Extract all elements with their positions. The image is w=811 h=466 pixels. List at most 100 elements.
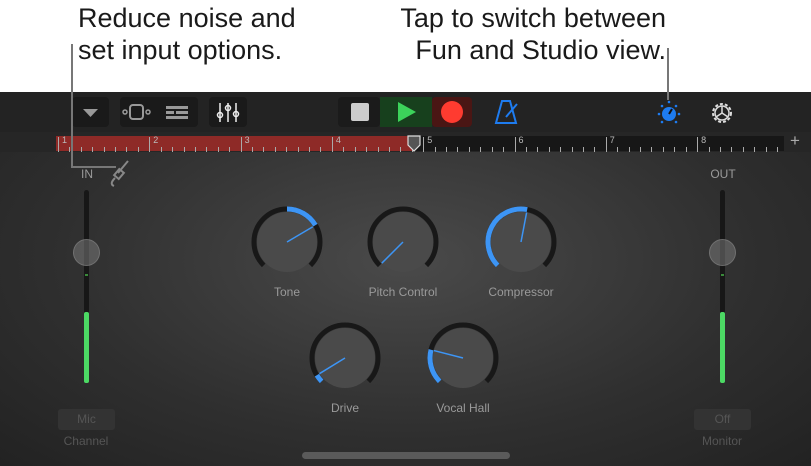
recorded-region	[56, 136, 414, 151]
ruler-tick	[377, 147, 379, 152]
ruler-tick	[240, 137, 242, 152]
metronome-icon[interactable]	[492, 99, 522, 127]
bar-number: 2	[153, 135, 159, 145]
callout-leader-left-h	[71, 166, 116, 168]
ruler-tick	[548, 147, 550, 152]
knob-dial	[427, 322, 499, 388]
play-button[interactable]	[380, 97, 432, 127]
input-fader-thumb[interactable]	[73, 238, 100, 266]
ruler-tick	[594, 147, 596, 152]
ruler-tick	[662, 147, 664, 152]
ruler-tick	[137, 147, 139, 152]
channel-label: Channel	[63, 434, 109, 448]
track-view-icon[interactable]	[120, 97, 160, 127]
ruler-tick	[571, 147, 573, 152]
ruler-tick	[92, 147, 94, 152]
stop-icon	[351, 103, 369, 121]
input-label: IN	[81, 167, 93, 181]
ruler-tick	[229, 147, 231, 152]
audio-recorder-app: 1 2 3 4 5 6 7 8 + IN OUT Mic Channel Off Monito…	[0, 92, 811, 466]
ruler-tick	[115, 147, 116, 152]
knob-pitch-control[interactable]	[366, 205, 440, 279]
mixer-sliders-icon	[216, 103, 240, 122]
ruler-tick	[80, 147, 82, 152]
knob-label: Drive	[330, 401, 359, 415]
ruler-tick	[366, 147, 368, 152]
settings-gear-icon[interactable]	[707, 98, 737, 128]
monitor-button[interactable]: Off	[694, 409, 751, 430]
ruler-tick	[309, 147, 310, 152]
unity-mark	[85, 274, 88, 276]
knob-compressor[interactable]	[484, 205, 558, 279]
ruler-tick	[103, 147, 105, 152]
ruler-tick	[252, 147, 253, 152]
monitor-label: Monitor	[701, 434, 742, 448]
knob-vocal-hall[interactable]	[426, 321, 500, 395]
ruler-tick	[605, 137, 607, 152]
tracks-menu-button[interactable]	[72, 97, 109, 127]
ruler-tick	[354, 147, 356, 152]
ruler-tick	[514, 137, 516, 152]
bar-number: 8	[701, 135, 707, 145]
timeline-ruler[interactable]: 1 2 3 4 5 6 7 8 +	[0, 131, 811, 153]
bar-number: 4	[335, 135, 341, 145]
output-level-fader[interactable]	[709, 190, 736, 383]
ruler-tick	[183, 147, 185, 152]
knob-drive[interactable]	[308, 321, 382, 395]
ruler-tick	[617, 147, 619, 152]
ruler-tick	[286, 147, 288, 152]
mixer-button[interactable]	[209, 97, 247, 127]
ruler-tick	[480, 147, 482, 152]
callout-fun-studio: Tap to switch between Fun and Studio vie…	[400, 3, 666, 65]
stop-button[interactable]	[338, 97, 380, 127]
home-indicator	[302, 452, 510, 459]
ruler-tick	[126, 147, 128, 152]
ruler-tick	[582, 147, 584, 152]
ruler-tick	[400, 147, 402, 152]
add-section-button[interactable]: +	[790, 131, 800, 151]
knob-label: Tone	[273, 285, 301, 299]
callout-leader-left	[71, 44, 73, 168]
ruler-tick	[217, 147, 219, 152]
knob-label: Vocal Hall	[436, 401, 490, 415]
ruler-tick	[776, 147, 778, 152]
playhead-icon[interactable]	[406, 135, 422, 153]
output-fader-thumb[interactable]	[709, 238, 736, 266]
knob-label: Compressor	[488, 285, 554, 299]
record-icon	[441, 101, 463, 123]
channel-button[interactable]: Mic	[58, 409, 115, 430]
ruler-tick	[160, 147, 162, 152]
ruler-tick	[640, 147, 641, 152]
ruler-tick	[320, 147, 322, 152]
ruler-tick	[491, 147, 493, 152]
ruler-tick	[685, 147, 687, 152]
knob-dial	[309, 322, 381, 388]
bar-number: 3	[244, 135, 250, 145]
triangle-down-icon	[83, 109, 98, 117]
ruler-tick	[172, 147, 174, 152]
ruler-tick	[719, 147, 721, 152]
unity-mark	[721, 274, 724, 276]
callout-leader-right	[667, 48, 669, 100]
input-level-meter	[84, 311, 89, 383]
input-level-fader[interactable]	[73, 190, 100, 383]
knob-label: Pitch Control	[368, 285, 438, 299]
bar-number: 7	[609, 135, 615, 145]
input-settings-cable-icon[interactable]	[106, 158, 132, 188]
ruler-tick	[206, 147, 208, 152]
fun-studio-knob-icon[interactable]	[654, 98, 684, 128]
tracks-list-icon[interactable]	[162, 97, 198, 127]
record-button[interactable]	[432, 97, 472, 127]
ruler-tick	[697, 137, 699, 152]
output-level-meter	[720, 311, 725, 383]
play-icon	[398, 102, 416, 122]
ruler-tick	[628, 147, 630, 152]
knob-tone[interactable]	[250, 205, 324, 279]
ruler-tick	[765, 147, 767, 152]
ruler-tick	[560, 147, 562, 152]
ruler-tick	[297, 147, 299, 152]
ruler-tick	[388, 147, 390, 152]
bar-number: 6	[518, 135, 524, 145]
ruler-tick	[537, 147, 539, 152]
ruler-tick	[525, 147, 527, 152]
